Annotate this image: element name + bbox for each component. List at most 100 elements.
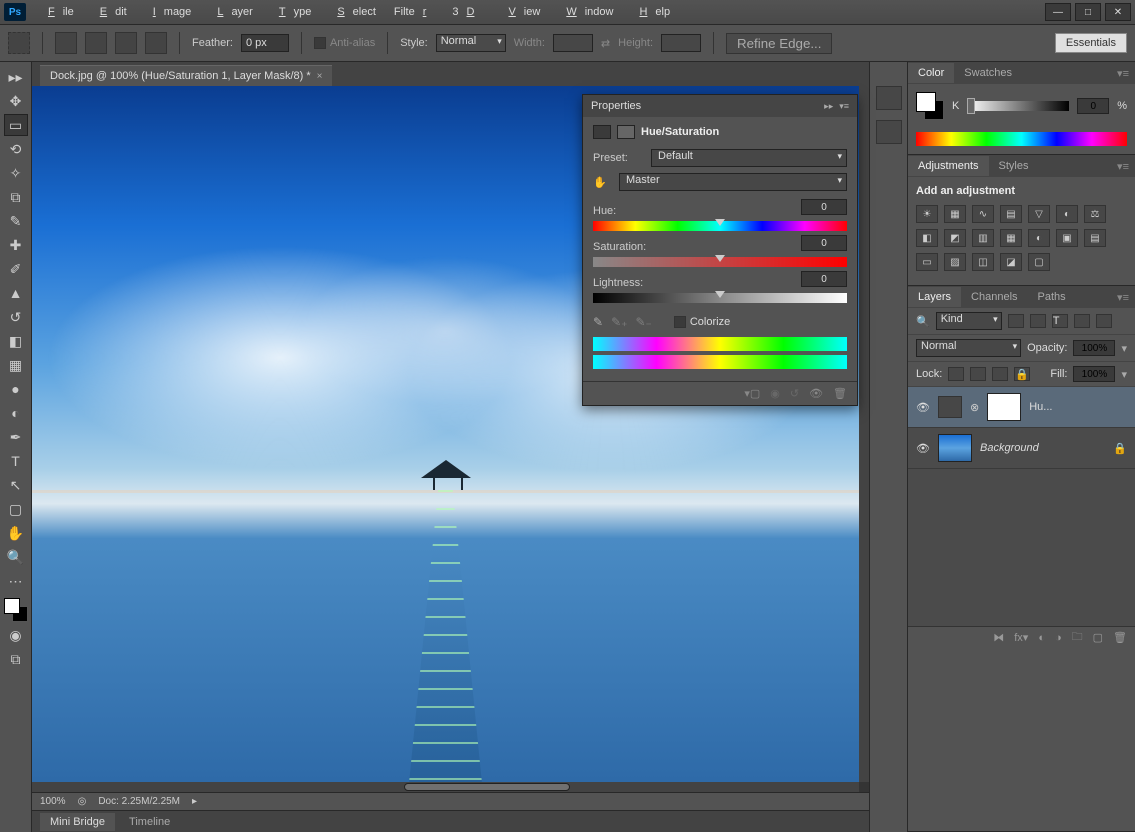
color-swatch-icon[interactable]	[4, 598, 28, 622]
filter-adjust-icon[interactable]	[1030, 314, 1046, 328]
dropdown-icon[interactable]: ▾	[1121, 342, 1127, 355]
new-layer-icon[interactable]: ▢	[1093, 631, 1103, 644]
clone-stamp-tool-icon[interactable]: ▲	[4, 282, 28, 304]
pen-tool-icon[interactable]: ✒	[4, 426, 28, 448]
panel-menu-icon[interactable]: ▾≡	[1111, 160, 1135, 173]
adj-icon[interactable]: ◪	[1000, 253, 1022, 271]
hue-sat-icon[interactable]: ◐	[1056, 205, 1078, 223]
collapse-icon[interactable]: ▸▸	[824, 101, 833, 112]
shape-tool-icon[interactable]: ▢	[4, 498, 28, 520]
color-range-bar-bottom[interactable]	[593, 355, 847, 369]
marquee-tool-icon[interactable]: ▭	[4, 114, 28, 136]
scroll-thumb[interactable]	[404, 783, 569, 791]
menu-filter[interactable]: Filter	[386, 3, 442, 21]
panel-menu-icon[interactable]: ▾≡	[839, 101, 849, 112]
magic-wand-tool-icon[interactable]: ✧	[4, 162, 28, 184]
lock-transparent-icon[interactable]	[948, 367, 964, 381]
exposure-icon[interactable]: ▤	[1000, 205, 1022, 223]
layer-row[interactable]: 👁 ⊗ Hu...	[908, 387, 1135, 428]
lock-all-icon[interactable]: 🔒	[1014, 367, 1030, 381]
dodge-tool-icon[interactable]: ◐	[4, 402, 28, 424]
preset-dropdown[interactable]: Default	[651, 149, 847, 167]
zoom-level[interactable]: 100%	[40, 796, 66, 807]
history-brush-tool-icon[interactable]: ↺	[4, 306, 28, 328]
targeted-adjust-icon[interactable]: ✋	[593, 176, 613, 189]
lasso-tool-icon[interactable]: ⟲	[4, 138, 28, 160]
style-dropdown[interactable]: Normal	[436, 34, 506, 52]
visibility-icon[interactable]: 👁	[916, 442, 930, 455]
mini-bridge-tab[interactable]: Mini Bridge	[40, 813, 115, 831]
crop-tool-icon[interactable]: ⧉	[4, 186, 28, 208]
reset-icon[interactable]: ↺	[790, 387, 799, 400]
status-arrow-icon[interactable]: ▸	[192, 796, 197, 807]
menu-3d[interactable]: 3D	[444, 3, 490, 21]
eyedropper-icon[interactable]: ✎	[593, 315, 603, 329]
horizontal-scrollbar[interactable]	[32, 782, 859, 792]
close-tab-icon[interactable]: ×	[317, 71, 323, 82]
eyedropper-subtract-icon[interactable]: ✎₋	[635, 315, 651, 329]
move-tool-icon[interactable]: ✥	[4, 90, 28, 112]
curves-icon[interactable]: ∿	[972, 205, 994, 223]
previous-state-icon[interactable]: ◉	[770, 387, 780, 400]
gradient-map-icon[interactable]: ▭	[916, 253, 938, 271]
brush-tool-icon[interactable]: ✐	[4, 258, 28, 280]
lock-position-icon[interactable]	[992, 367, 1008, 381]
feather-input[interactable]	[241, 34, 289, 52]
link-layers-icon[interactable]: ⧓	[993, 631, 1004, 644]
menu-help[interactable]: Help	[623, 3, 678, 21]
menu-type[interactable]: Type	[263, 3, 319, 21]
adj-icon[interactable]: ▢	[1028, 253, 1050, 271]
channels-tab[interactable]: Channels	[961, 287, 1027, 307]
edit-toolbar-icon[interactable]: ⋯	[4, 570, 28, 592]
brightness-icon[interactable]: ☀	[916, 205, 938, 223]
mask-icon[interactable]: ◐	[1038, 632, 1045, 644]
trash-icon[interactable]: 🗑	[833, 387, 847, 400]
menu-image[interactable]: Image	[137, 3, 200, 21]
k-slider[interactable]	[967, 101, 1069, 111]
search-icon[interactable]: 🔍	[916, 315, 930, 328]
eraser-tool-icon[interactable]: ◧	[4, 330, 28, 352]
menu-file[interactable]: File	[32, 3, 82, 21]
fill-input[interactable]	[1073, 366, 1115, 382]
color-range-bar-top[interactable]	[593, 337, 847, 351]
dropdown-icon[interactable]: ▾	[1121, 368, 1127, 381]
filter-shape-icon[interactable]	[1074, 314, 1090, 328]
channel-mixer-icon[interactable]: ▥	[972, 229, 994, 247]
layer-row[interactable]: 👁 Background 🔒	[908, 428, 1135, 469]
filter-pixel-icon[interactable]	[1008, 314, 1024, 328]
mask-chip-icon[interactable]	[617, 125, 635, 139]
layer-name[interactable]: Background	[980, 442, 1105, 454]
lightness-slider[interactable]	[593, 293, 847, 303]
status-icon[interactable]: ◎	[78, 796, 87, 807]
healing-brush-tool-icon[interactable]: ✚	[4, 234, 28, 256]
saturation-slider[interactable]	[593, 257, 847, 267]
k-value-input[interactable]	[1077, 98, 1109, 114]
eyedropper-add-icon[interactable]: ✎₊	[611, 315, 627, 329]
invert-icon[interactable]: ◐	[1028, 229, 1050, 247]
subtract-selection-icon[interactable]	[115, 32, 137, 54]
menu-select[interactable]: Select	[321, 3, 384, 21]
essentials-button[interactable]: Essentials	[1055, 33, 1127, 53]
vibrance-icon[interactable]: ▽	[1028, 205, 1050, 223]
document-tab[interactable]: Dock.jpg @ 100% (Hue/Saturation 1, Layer…	[40, 65, 332, 86]
filter-type-icon[interactable]: T	[1052, 314, 1068, 328]
saturation-value-input[interactable]	[801, 235, 847, 251]
hand-tool-icon[interactable]: ✋	[4, 522, 28, 544]
levels-icon[interactable]: ▦	[944, 205, 966, 223]
new-selection-icon[interactable]	[55, 32, 77, 54]
refine-edge-button[interactable]: Refine Edge...	[726, 33, 832, 54]
menu-window[interactable]: Window	[550, 3, 621, 21]
group-icon[interactable]: 🗀	[1072, 628, 1083, 647]
vertical-scrollbar[interactable]	[859, 86, 869, 782]
visibility-icon[interactable]: 👁	[916, 401, 930, 414]
blur-tool-icon[interactable]: ●	[4, 378, 28, 400]
styles-tab[interactable]: Styles	[989, 156, 1039, 176]
history-panel-icon[interactable]	[876, 86, 902, 110]
path-selection-tool-icon[interactable]: ↖	[4, 474, 28, 496]
expand-tools-icon[interactable]: ▸▸	[4, 66, 28, 88]
lock-pixels-icon[interactable]	[970, 367, 986, 381]
menu-view[interactable]: View	[492, 3, 548, 21]
fx-icon[interactable]: fx▾	[1014, 631, 1028, 644]
trash-icon[interactable]: 🗑	[1113, 631, 1127, 644]
properties-panel[interactable]: Properties ▸▸ ▾≡ Hue/Saturation Preset: …	[582, 94, 858, 406]
